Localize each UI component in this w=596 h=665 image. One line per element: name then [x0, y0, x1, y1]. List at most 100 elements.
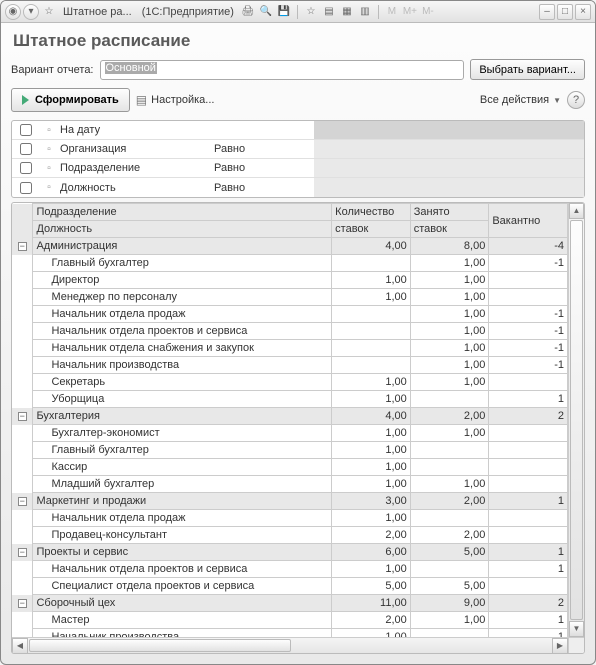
cell-used: 1,00 — [410, 374, 489, 391]
settings-link[interactable]: ▤ Настройка... — [136, 93, 215, 107]
data-row[interactable]: Мастер2,001,001 — [12, 612, 568, 629]
group-row[interactable]: −Администрация4,008,00-4 — [12, 238, 568, 255]
cell-qty: 1,00 — [332, 289, 411, 306]
data-row[interactable]: Младший бухгалтер1,001,00 — [12, 476, 568, 493]
print-icon[interactable]: 🖨 — [240, 4, 256, 20]
cell-name: Секретарь — [33, 374, 332, 391]
scroll-up-icon[interactable]: ▲ — [569, 203, 584, 219]
cell-name: Начальник производства — [33, 629, 332, 638]
cell-qty: 1,00 — [332, 476, 411, 493]
cell-used: 1,00 — [410, 340, 489, 357]
cell-vacant — [489, 272, 568, 289]
cell-qty: 4,00 — [332, 408, 411, 425]
data-row[interactable]: Начальник отдела продаж1,00-1 — [12, 306, 568, 323]
cell-vacant — [489, 578, 568, 595]
data-row[interactable]: Уборщица1,001 — [12, 391, 568, 408]
data-row[interactable]: Начальник отдела снабжения и закупок1,00… — [12, 340, 568, 357]
data-row[interactable]: Менеджер по персоналу1,001,00 — [12, 289, 568, 306]
data-row[interactable]: Секретарь1,001,00 — [12, 374, 568, 391]
choose-variant-button[interactable]: Выбрать вариант... — [470, 59, 585, 80]
close-icon[interactable]: × — [575, 4, 591, 20]
cell-name: Сборочный цех — [33, 595, 332, 612]
cell-used: 1,00 — [410, 255, 489, 272]
mminus-icon[interactable]: M- — [420, 4, 436, 20]
cell-vacant: 1 — [489, 561, 568, 578]
data-row[interactable]: Главный бухгалтер1,00 — [12, 442, 568, 459]
settings-icon: ▤ — [136, 93, 147, 107]
maximize-icon[interactable]: □ — [557, 4, 573, 20]
history-icon[interactable]: ▤ — [321, 4, 337, 20]
m-icon[interactable]: M — [384, 4, 400, 20]
cell-used — [410, 442, 489, 459]
collapse-icon[interactable]: − — [18, 412, 27, 421]
data-row[interactable]: Кассир1,00 — [12, 459, 568, 476]
group-row[interactable]: −Маркетинг и продажи3,002,001 — [12, 493, 568, 510]
cell-used: 1,00 — [410, 476, 489, 493]
generate-button[interactable]: Сформировать — [11, 88, 130, 112]
preview-icon[interactable]: 🔍 — [258, 4, 274, 20]
scroll-thumb-h[interactable] — [29, 639, 291, 652]
header-used-1: Занято — [410, 204, 489, 221]
collapse-icon[interactable]: − — [18, 242, 27, 251]
filter-value[interactable] — [314, 178, 584, 197]
filter-operator: Равно — [214, 143, 314, 155]
scroll-right-icon[interactable]: ▶ — [552, 638, 568, 654]
vertical-scrollbar[interactable]: ▲ ▼ — [568, 203, 584, 637]
filter-checkbox[interactable] — [20, 162, 32, 174]
collapse-icon[interactable]: − — [18, 497, 27, 506]
filter-operator: Равно — [214, 182, 314, 194]
collapse-icon[interactable]: − — [18, 599, 27, 608]
save-icon[interactable]: 💾 — [276, 4, 292, 20]
filter-row: ▫ДолжностьРавно — [12, 178, 584, 197]
calc-icon[interactable]: ▦ — [339, 4, 355, 20]
data-row[interactable]: Начальник отдела проектов и сервиса1,001 — [12, 561, 568, 578]
window: ◉ ▾ ☆ Штатное ра... (1С:Предприятие) 🖨 🔍… — [0, 0, 596, 665]
data-row[interactable]: Начальник отдела проектов и сервиса1,00-… — [12, 323, 568, 340]
app-menu-icon[interactable]: ◉ — [5, 4, 21, 20]
variant-input[interactable]: Основной — [100, 60, 465, 80]
calendar-icon[interactable]: ▥ — [357, 4, 373, 20]
filter-value[interactable] — [314, 121, 584, 139]
cell-qty: 1,00 — [332, 272, 411, 289]
data-row[interactable]: Специалист отдела проектов и сервиса5,00… — [12, 578, 568, 595]
group-row[interactable]: −Бухгалтерия4,002,002 — [12, 408, 568, 425]
data-row[interactable]: Бухгалтер-экономист1,001,00 — [12, 425, 568, 442]
all-actions-label: Все действия — [480, 94, 549, 106]
data-row[interactable]: Начальник отдела продаж1,00 — [12, 510, 568, 527]
cell-used: 5,00 — [410, 578, 489, 595]
group-row[interactable]: −Проекты и сервис6,005,001 — [12, 544, 568, 561]
filter-value[interactable] — [314, 159, 584, 177]
favorites-icon[interactable]: ☆ — [303, 4, 319, 20]
app-name: (1С:Предприятие) — [142, 6, 234, 18]
cell-used — [410, 629, 489, 638]
all-actions-menu[interactable]: Все действия ▼ — [480, 94, 561, 106]
data-row[interactable]: Главный бухгалтер1,00-1 — [12, 255, 568, 272]
data-row[interactable]: Начальник производства1,001 — [12, 629, 568, 638]
minimize-icon[interactable]: – — [539, 4, 555, 20]
header-department: Подразделение — [33, 204, 332, 221]
mplus-icon[interactable]: M+ — [402, 4, 418, 20]
header-qty-2: ставок — [332, 221, 411, 238]
cell-name: Главный бухгалтер — [33, 442, 332, 459]
scroll-thumb[interactable] — [570, 220, 583, 620]
star-icon[interactable]: ☆ — [41, 4, 57, 20]
scroll-left-icon[interactable]: ◀ — [12, 638, 28, 654]
help-button[interactable]: ? — [567, 91, 585, 109]
data-row[interactable]: Директор1,001,00 — [12, 272, 568, 289]
scroll-down-icon[interactable]: ▼ — [569, 621, 584, 637]
filter-value[interactable] — [314, 140, 584, 158]
cell-used: 9,00 — [410, 595, 489, 612]
filter-checkbox[interactable] — [20, 124, 32, 136]
group-row[interactable]: −Сборочный цех11,009,002 — [12, 595, 568, 612]
cell-name: Бухгалтер-экономист — [33, 425, 332, 442]
horizontal-scrollbar[interactable]: ◀ ▶ — [12, 637, 568, 653]
cell-name: Главный бухгалтер — [33, 255, 332, 272]
filter-checkbox[interactable] — [20, 182, 32, 194]
data-row[interactable]: Продавец-консультант2,002,00 — [12, 527, 568, 544]
filter-checkbox[interactable] — [20, 143, 32, 155]
data-row[interactable]: Начальник производства1,00-1 — [12, 357, 568, 374]
dropdown-icon[interactable]: ▾ — [23, 4, 39, 20]
cell-qty: 1,00 — [332, 374, 411, 391]
cell-qty: 1,00 — [332, 442, 411, 459]
collapse-icon[interactable]: − — [18, 548, 27, 557]
